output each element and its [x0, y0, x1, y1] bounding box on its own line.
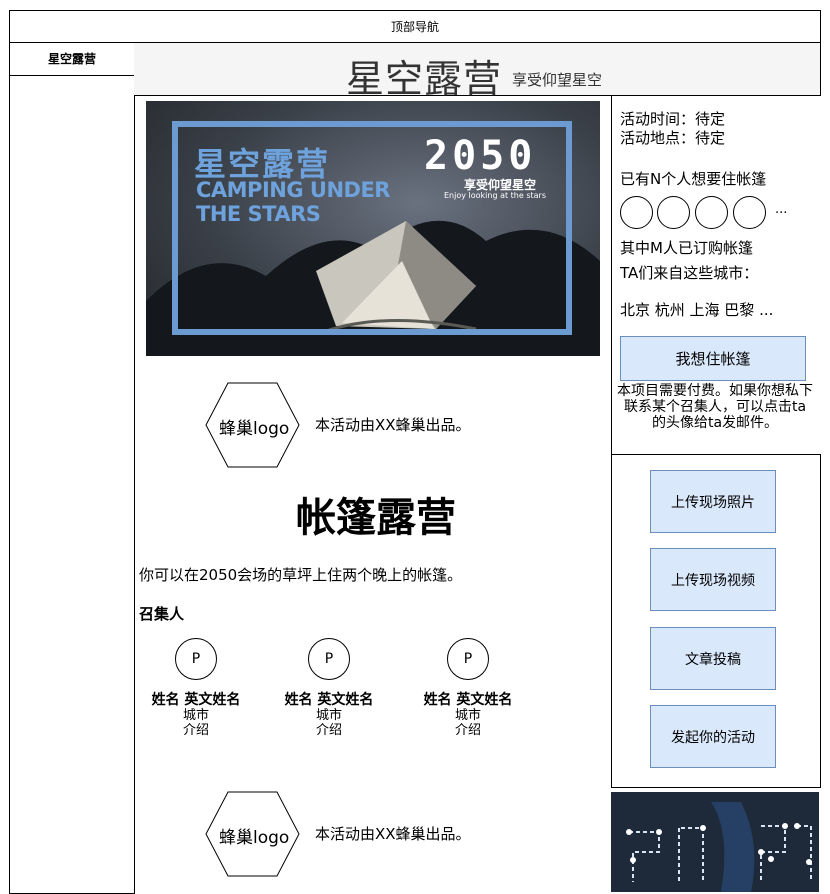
start-activity-label: 发起你的活动 [671, 729, 755, 746]
want-tent-button-label: 我想住帐篷 [675, 350, 751, 368]
avatar-initial: P [463, 651, 473, 667]
event-place: 活动地点：待定 [620, 129, 726, 147]
banner-slogan-en: Enjoy looking at the stars [444, 191, 546, 200]
banner-year: 2050 [424, 133, 537, 179]
submit-article-label: 文章投稿 [685, 651, 741, 668]
top-navigation-label: 顶部导航 [390, 20, 439, 34]
convener-intro: 介绍 [315, 723, 342, 738]
cities-label: TA们来自这些城市： [620, 264, 759, 282]
convener-city: 城市 [315, 708, 342, 723]
ordered-count-text: 其中M人已订购帐篷 [620, 239, 753, 257]
user-avatar[interactable] [657, 196, 690, 229]
event-banner: 星空露营 CAMPING UNDER THE STARS 2050 享受仰望星空… [146, 101, 600, 356]
want-tent-button[interactable]: 我想住帐篷 [620, 336, 806, 381]
upload-photo-button[interactable]: 上传现场照片 [650, 470, 776, 533]
sidebar: 星空露营 [9, 42, 135, 894]
convener-city: 城市 [182, 708, 209, 723]
avatar-initial: P [324, 651, 334, 667]
user-avatar[interactable] [695, 196, 728, 229]
start-activity-button[interactable]: 发起你的活动 [650, 705, 776, 768]
convener-name: 姓名 英文姓名 [284, 692, 374, 708]
convener-avatar[interactable]: P [308, 638, 350, 680]
promo-image[interactable] [611, 792, 819, 892]
sidebar-title-label: 星空露营 [47, 52, 96, 66]
banner-title-en-line1: CAMPING UNDER [196, 178, 390, 202]
organizer-logo[interactable]: 蜂巢logo [205, 791, 300, 877]
organizer-logo-label: 蜂巢logo [219, 828, 290, 848]
convener-avatar[interactable]: P [447, 638, 489, 680]
page-title: 星空露营 [346, 57, 503, 101]
upload-photo-label: 上传现场照片 [671, 494, 755, 511]
convener-info: 姓名 英文姓名 城市 介绍 [136, 692, 256, 739]
organizer-logo[interactable]: 蜂巢logo [205, 382, 300, 468]
upload-video-label: 上传现场视频 [671, 572, 755, 589]
event-description: 你可以在2050会场的草坪上住两个晚上的帐篷。 [139, 566, 463, 584]
top-navigation[interactable]: 顶部导航 [9, 10, 821, 43]
submit-article-button[interactable]: 文章投稿 [650, 627, 776, 690]
avatar-initial: P [191, 651, 201, 667]
convener-name: 姓名 英文姓名 [151, 692, 241, 708]
banner-title-en: CAMPING UNDER THE STARS [196, 178, 390, 226]
user-avatar[interactable] [620, 196, 653, 229]
conveners-label: 召集人 [139, 605, 185, 623]
cities-list: 北京 杭州 上海 巴黎 ... [620, 301, 774, 319]
upload-video-button[interactable]: 上传现场视频 [650, 548, 776, 611]
convener-name: 姓名 英文姓名 [423, 692, 513, 708]
convener-avatar[interactable]: P [175, 638, 217, 680]
convener-intro: 介绍 [182, 723, 209, 738]
banner-title-en-line2: THE STARS [196, 202, 321, 226]
sidebar-item-title[interactable]: 星空露营 [10, 42, 134, 76]
convener-intro: 介绍 [454, 723, 481, 738]
convener-info: 姓名 英文姓名 城市 介绍 [269, 692, 389, 739]
organizer-produced-text: 本活动由XX蜂巢出品。 [315, 416, 471, 434]
actions-panel: 上传现场照片 上传现场视频 文章投稿 发起你的活动 [611, 454, 821, 788]
page-header: 星空露营 享受仰望星空 [134, 42, 821, 101]
payment-note: 本项目需要付费。如果你想私下联系某个召集人，可以点击ta的头像给ta发邮件。 [617, 383, 813, 431]
user-avatar[interactable] [733, 196, 766, 229]
more-avatars-ellipsis: ... [775, 202, 788, 217]
organizer-produced-text: 本活动由XX蜂巢出品。 [315, 825, 471, 843]
circuit-graphic [611, 792, 819, 892]
want-count-text: 已有N个人想要住帐篷 [620, 170, 767, 188]
event-title: 帐篷露营 [296, 495, 456, 541]
convener-info: 姓名 英文姓名 城市 介绍 [408, 692, 528, 739]
convener-city: 城市 [454, 708, 481, 723]
event-time: 活动时间：待定 [620, 110, 726, 128]
page-subtitle: 享受仰望星空 [512, 71, 603, 89]
organizer-logo-label: 蜂巢logo [219, 419, 290, 439]
